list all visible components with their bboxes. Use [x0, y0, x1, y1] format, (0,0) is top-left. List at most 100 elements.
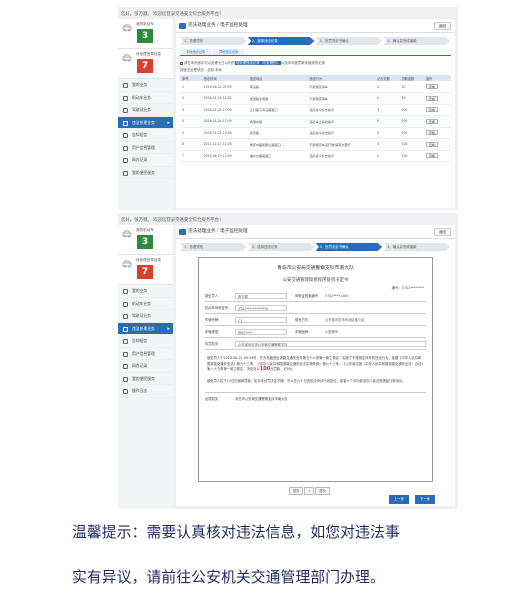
violation-car-icon [122, 54, 132, 62]
nav-online-records[interactable]: 网办记录 [118, 360, 173, 373]
signing-agency: 青岛市公安局交通警察支队市南大队 [235, 397, 288, 402]
table-cell: 2016-01-24 15:35 [201, 92, 248, 105]
nav-sms-notice[interactable]: 告知短信 [118, 129, 173, 142]
nav-vehicle-business[interactable]: 机动车业务 [118, 298, 173, 310]
pager-page[interactable]: 1 [304, 487, 315, 495]
nav-my-business[interactable]: 我的业务 [118, 285, 173, 298]
view-button[interactable]: 查看 [425, 118, 438, 124]
view-button[interactable]: 查看 [425, 130, 438, 136]
pending-violations-card-2[interactable]: 待处理违章信息 7 [118, 255, 173, 285]
nav-violation-business[interactable]: 违法处理业务 [118, 322, 173, 335]
penalty-org: 山东省青岛市公安局交通警察支队 [235, 340, 426, 347]
table-cell: 违反禁令标志指示 [307, 104, 376, 116]
tip-line-2: 实有异议，请前往公安机关交通管理部门办理。 [72, 569, 385, 586]
contact-address: 山东省青岛市市北区某小区 [325, 318, 365, 322]
user-icon [123, 145, 128, 151]
truck-icon [179, 229, 186, 235]
doc-title: 公安交通管理简易程序处罚决定书 [282, 278, 349, 283]
notice-highlight: 待处理违法记录（可处理的） [234, 61, 281, 65]
table-cell: 福州北路路路口 [247, 150, 308, 162]
prev-step-button[interactable]: 上一步 [389, 495, 410, 504]
table-cell: 200 [399, 104, 424, 116]
table-cell: 查看 [423, 150, 451, 162]
nav-license-business[interactable]: 驾驶证业务 [118, 310, 173, 323]
my-vehicles-label-2: 我的机动车 [136, 228, 154, 232]
notice-checkbox[interactable] [180, 61, 183, 65]
view-button[interactable]: 查看 [425, 141, 438, 147]
vehicle-icon [123, 301, 128, 307]
tab-remote-records[interactable]: 异地违法记录 [213, 49, 245, 55]
pager-first[interactable]: 首页 [289, 487, 304, 495]
pending-violations-label: 待处理违章信息 [136, 52, 162, 56]
table-cell: 0 [375, 92, 400, 105]
my-vehicles-card-2[interactable]: 我的机动车 3 [118, 225, 173, 255]
table-cell: 2015-08-19 12:09 [201, 150, 248, 162]
fine-amount: 100 [259, 366, 271, 373]
table-cell: 查看 [423, 81, 451, 93]
sidebar-2: 我的机动车 3 待处理违章信息 7 我的业务 机动车业务 驾驶证业务 违法处理业… [118, 225, 173, 509]
table-row: 3 2016-01-24 17:00 五行路与青岛路路口 违反禁令标志指示 3 200 查看 [180, 104, 451, 116]
field-row: 机动车驾驶证号： 3707************5 [205, 302, 426, 314]
table-cell: 50 [399, 92, 424, 105]
truck-icon [179, 23, 186, 29]
status-filter[interactable]: 按违法处理状态：全部 本地 [180, 67, 451, 72]
record-icon [123, 364, 128, 369]
back-button[interactable]: 返回 [433, 22, 451, 30]
table-cell: 不按规定车道行驶/遇有交通灯 [307, 138, 376, 151]
nav-violation-business[interactable]: 违法处理业务 [118, 116, 173, 129]
business-icon [123, 83, 128, 88]
step-1: 1、查看须知 [180, 37, 247, 45]
table-cell: 查看 [423, 115, 451, 128]
header-crumb: 电子监控处理 [220, 23, 248, 28]
bell-icon [123, 133, 128, 138]
field-row: 车辆类型： 鲁B7**** 车辆品牌： 小型轿车 [205, 326, 426, 338]
tab-local-records[interactable]: 本地违法记录 [180, 49, 212, 55]
car-icon [122, 230, 132, 238]
nav-user-info[interactable]: 用户信息管理 [118, 142, 173, 154]
license-number: 3707************5 [235, 304, 287, 311]
view-button[interactable]: 查看 [425, 107, 438, 113]
my-vehicles-card[interactable]: 我的机动车 3 [118, 19, 173, 49]
next-step-button[interactable]: 下一步 [415, 495, 436, 504]
nav-my-business[interactable]: 我的业务 [118, 79, 173, 92]
step-2: 2、选择违法记录 [247, 243, 315, 251]
nav-user-info[interactable]: 用户信息管理 [118, 348, 173, 360]
step-bar: 1、查看须知 2、选择违法记录 3、处罚决定书确认 4、确认并完成缴款 [180, 37, 451, 45]
table-cell: 0 [375, 150, 400, 162]
table-cell: 违反禁令标志指示 [307, 127, 376, 139]
table-cell: 3 [180, 104, 202, 116]
table-row: 1 2016-06-22 09:39 青岛路 不按规定停车 0 50 查看 [180, 81, 451, 93]
nav-sms-notice[interactable]: 告知短信 [118, 335, 173, 348]
table-cell: 2015-12-11 11:26 [201, 138, 248, 151]
main-panel: 违法处理业务 / 电子监控处理 返回 1、查看须知 2、选择违法记录 3、处罚决… [176, 19, 455, 208]
table-cell: 重庆中路和鞍山路路口 [247, 138, 308, 151]
nav-vehicle-business[interactable]: 机动车业务 [118, 92, 173, 104]
nav-convenience[interactable]: 我的便民服务 [118, 167, 173, 179]
header-crumb-2: 电子监控处理 [220, 229, 248, 234]
table-cell: 0 [375, 115, 400, 128]
field-row: 被处罚人： 张万顺 驾驶证档案编号： 3702****1565 [205, 290, 426, 302]
view-button[interactable]: 查看 [425, 153, 438, 159]
nav-convenience[interactable]: 我的便民服务 [118, 373, 173, 385]
table-cell: 3 [375, 104, 400, 116]
main-panel-2: 违法处理业务 / 电子监控处理 返回 1、查看须知 2、选择违法记录 3、处罚决… [176, 225, 455, 506]
business-icon [123, 289, 128, 294]
car-icon [122, 24, 132, 32]
pager: 首页 1 尾页 [289, 487, 349, 495]
license-file-number: 3702****1565 [325, 293, 349, 298]
view-button[interactable]: 查看 [425, 95, 438, 101]
back-button-2[interactable]: 返回 [433, 228, 451, 236]
table-cell: 100 [399, 138, 424, 151]
pending-violations-card[interactable]: 待处理违章信息 7 [118, 49, 173, 79]
nav-license-business[interactable]: 驾驶证业务 [118, 104, 173, 117]
pager-last[interactable]: 尾页 [315, 487, 330, 495]
vehicle-count-badge-2: 3 [137, 235, 153, 249]
table-cell: 查看 [423, 92, 451, 105]
nav-operation-log[interactable]: 操作日志 [118, 385, 173, 398]
header-title: 违法处理业务 [188, 23, 216, 28]
table-cell: 2016-06-22 09:39 [201, 81, 248, 93]
nav-online-records[interactable]: 网办记录 [118, 154, 173, 167]
view-button[interactable]: 查看 [425, 84, 438, 89]
violation-count-badge: 7 [137, 59, 153, 73]
table-cell: 100 [399, 150, 424, 162]
